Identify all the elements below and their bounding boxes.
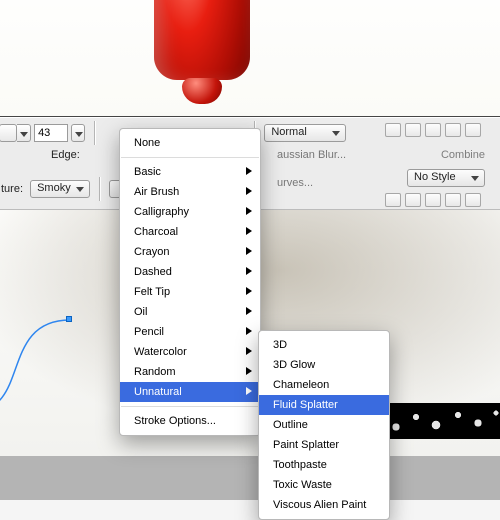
menu-item-charcoal[interactable]: Charcoal bbox=[120, 222, 260, 242]
combine-link[interactable]: Combine bbox=[441, 149, 485, 161]
shape-mode-cluster bbox=[384, 123, 481, 140]
menu-item-dashed[interactable]: Dashed bbox=[120, 262, 260, 282]
menu-item-pencil[interactable]: Pencil bbox=[120, 322, 260, 342]
path-op-2[interactable] bbox=[405, 193, 421, 207]
submenu-item-toothpaste[interactable]: Toothpaste bbox=[259, 455, 389, 475]
texture-label: ture: bbox=[1, 183, 23, 195]
menu-separator bbox=[121, 406, 259, 407]
menu-item-unnatural[interactable]: Unnatural bbox=[120, 382, 260, 402]
menu-item-felt-tip[interactable]: Felt Tip bbox=[120, 282, 260, 302]
edge-label: Edge: bbox=[51, 149, 80, 161]
menu-item-random[interactable]: Random bbox=[120, 362, 260, 382]
gaussian-blur-item[interactable]: aussian Blur... bbox=[277, 149, 346, 161]
menu-separator bbox=[121, 157, 259, 158]
path-op-4[interactable] bbox=[445, 193, 461, 207]
canvas-outside bbox=[0, 456, 500, 500]
shape-btn-2[interactable] bbox=[405, 123, 421, 137]
shape-btn-4[interactable] bbox=[445, 123, 461, 137]
menu-item-watercolor[interactable]: Watercolor bbox=[120, 342, 260, 362]
submenu-item-paint-splatter[interactable]: Paint Splatter bbox=[259, 435, 389, 455]
submenu-item-outline[interactable]: Outline bbox=[259, 415, 389, 435]
path-op-3[interactable] bbox=[425, 193, 441, 207]
path-op-1[interactable] bbox=[385, 193, 401, 207]
menu-item-none[interactable]: None bbox=[120, 133, 260, 153]
shape-btn-5[interactable] bbox=[465, 123, 481, 137]
submenu-item-3d-glow[interactable]: 3D Glow bbox=[259, 355, 389, 375]
submenu-item-3d[interactable]: 3D bbox=[259, 335, 389, 355]
submenu-item-toxic-waste[interactable]: Toxic Waste bbox=[259, 475, 389, 495]
stroke-preset-dropdown[interactable] bbox=[17, 124, 31, 142]
submenu-item-chameleon[interactable]: Chameleon bbox=[259, 375, 389, 395]
blend-mode-select[interactable]: Normal bbox=[264, 124, 346, 142]
menu-item-oil[interactable]: Oil bbox=[120, 302, 260, 322]
submenu-item-fluid-splatter[interactable]: Fluid Splatter bbox=[259, 395, 389, 415]
path-op-5[interactable] bbox=[465, 193, 481, 207]
path-ops-cluster bbox=[384, 193, 481, 210]
rocket-illustration bbox=[142, 0, 262, 120]
texture-select[interactable]: Smoky bbox=[30, 180, 90, 198]
unnatural-submenu: 3D 3D Glow Chameleon Fluid Splatter Outl… bbox=[258, 330, 390, 520]
shape-btn-3[interactable] bbox=[425, 123, 441, 137]
stroke-width-input[interactable] bbox=[34, 124, 68, 142]
menu-item-air-brush[interactable]: Air Brush bbox=[120, 182, 260, 202]
stroke-preset-icon[interactable] bbox=[0, 124, 17, 142]
shape-btn-1[interactable] bbox=[385, 123, 401, 137]
menu-item-stroke-options[interactable]: Stroke Options... bbox=[120, 411, 260, 431]
stroke-width-stepper[interactable] bbox=[71, 124, 85, 142]
menu-item-crayon[interactable]: Crayon bbox=[120, 242, 260, 262]
menu-item-calligraphy[interactable]: Calligraphy bbox=[120, 202, 260, 222]
style-select[interactable]: No Style bbox=[407, 169, 485, 187]
submenu-item-viscous-alien-paint[interactable]: Viscous Alien Paint bbox=[259, 495, 389, 515]
stroke-category-menu: None Basic Air Brush Calligraphy Charcoa… bbox=[119, 128, 261, 436]
canvas-top bbox=[0, 0, 500, 116]
menu-item-basic[interactable]: Basic bbox=[120, 162, 260, 182]
curves-item[interactable]: urves... bbox=[277, 177, 313, 189]
